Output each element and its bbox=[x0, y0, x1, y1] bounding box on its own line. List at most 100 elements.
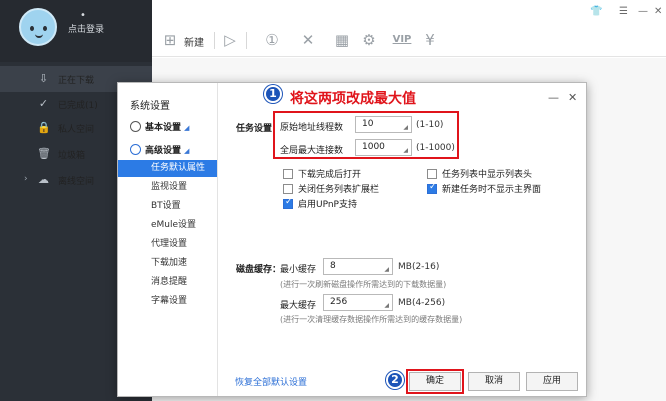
toolbar-divider bbox=[214, 32, 215, 49]
max-connections-field[interactable]: 1000 ◢ bbox=[355, 139, 412, 156]
gear-icon bbox=[130, 121, 141, 132]
max-cache-hint: (进行一次清理缓存数据操作所需达到的缓存数据量) bbox=[280, 315, 463, 324]
checkbox-label: 下载完成后打开 bbox=[298, 170, 362, 180]
close-icon[interactable]: ✕ bbox=[654, 6, 662, 17]
pause-icon[interactable]: ① bbox=[262, 30, 282, 50]
annotation-marker-2: 2 bbox=[386, 371, 404, 389]
subitem-task-defaults[interactable]: 任务默认属性 bbox=[118, 160, 217, 177]
lock-icon: 🔒 bbox=[37, 121, 51, 134]
user-panel: • 点击登录 bbox=[0, 0, 152, 62]
annotation-marker-1: 1 bbox=[264, 85, 282, 103]
subitem-monitor[interactable]: 监视设置 bbox=[118, 179, 217, 196]
max-cache-field[interactable]: 256 ◢ bbox=[323, 294, 393, 311]
expand-triangle-icon: ◢ bbox=[184, 147, 190, 155]
max-connections-range: (1-1000) bbox=[416, 143, 455, 153]
dialog-close-icon[interactable]: ✕ bbox=[568, 91, 577, 104]
download-arrow-icon: ⇩ bbox=[38, 72, 49, 85]
min-cache-value: 8 bbox=[330, 261, 336, 271]
checkbox-box[interactable] bbox=[427, 182, 437, 194]
checkbox-label: 关闭任务列表扩展栏 bbox=[298, 185, 380, 195]
max-connections-label: 全局最大连接数 bbox=[280, 146, 344, 156]
cloud-icon: ☁ bbox=[38, 173, 49, 186]
checkbox-box[interactable] bbox=[283, 197, 293, 209]
play-icon[interactable]: ▷ bbox=[220, 30, 240, 50]
subitem-notifications[interactable]: 消息提醒 bbox=[118, 274, 217, 291]
max-cache-value: 256 bbox=[330, 297, 348, 307]
subitem-bt[interactable]: BT设置 bbox=[118, 198, 217, 215]
trash-icon: 🗑 bbox=[37, 147, 51, 160]
annotation-text: 将这两项改成最大值 bbox=[290, 91, 416, 107]
ok-button[interactable]: 确定 bbox=[409, 372, 461, 391]
category-basic[interactable]: 基本设置 ◢ bbox=[130, 120, 189, 133]
dropdown-arrow-icon[interactable]: ◢ bbox=[384, 262, 389, 277]
checkbox-open-after-download[interactable]: 下载完成后打开 bbox=[283, 167, 361, 180]
dialog-title: 系统设置 bbox=[130, 101, 170, 112]
subitem-proxy[interactable]: 代理设置 bbox=[118, 236, 217, 253]
avatar[interactable] bbox=[19, 8, 57, 46]
sidebar-item-label: 正在下载 bbox=[58, 76, 95, 86]
origin-threads-value: 10 bbox=[362, 119, 374, 129]
settings-dialog: 系统设置 基本设置 ◢ 高级设置 ◢ 任务默认属性 监视设置 BT设置 eMule设… bbox=[117, 82, 587, 397]
dropdown-arrow-icon[interactable]: ◢ bbox=[403, 143, 408, 158]
restore-defaults-link[interactable]: 恢复全部默认设置 bbox=[235, 375, 307, 388]
sidebar-item-label: 离线空间 bbox=[58, 177, 95, 187]
gear-icon[interactable]: ⚙ bbox=[359, 30, 379, 50]
origin-threads-field[interactable]: 10 ◢ bbox=[355, 116, 412, 133]
new-task-button[interactable]: 新建 bbox=[184, 34, 204, 49]
apply-button[interactable]: 应用 bbox=[526, 372, 578, 391]
origin-threads-label: 原始地址线程数 bbox=[280, 123, 344, 133]
toolbar-divider bbox=[246, 32, 247, 49]
checkbox-upnp[interactable]: 启用UPnP支持 bbox=[283, 197, 357, 210]
checkbox-box[interactable] bbox=[283, 168, 293, 179]
title-bar: 👕 ☰ — ✕ bbox=[152, 0, 666, 22]
delete-icon[interactable]: ✕ bbox=[298, 30, 318, 50]
minimize-icon[interactable]: — bbox=[638, 6, 648, 17]
origin-threads-range: (1-10) bbox=[416, 120, 444, 130]
min-cache-field[interactable]: 8 ◢ bbox=[323, 258, 393, 275]
dropdown-arrow-icon[interactable]: ◢ bbox=[384, 298, 389, 313]
sidebar-item-label: 垃圾箱 bbox=[58, 151, 86, 161]
sidebar-item-label: 已完成(1) bbox=[58, 101, 98, 111]
checkbox-box[interactable] bbox=[427, 168, 437, 179]
checkbox-show-list-header[interactable]: 任务列表中显示列表头 bbox=[427, 167, 532, 180]
max-cache-range: MB(4-256) bbox=[398, 298, 446, 308]
disk-cache-label: 磁盘缓存： bbox=[236, 265, 282, 275]
checkbox-label: 新建任务时不显示主界面 bbox=[442, 185, 542, 195]
yen-icon[interactable]: ¥ bbox=[420, 30, 440, 50]
info-icon bbox=[130, 144, 141, 155]
min-cache-range: MB(2-16) bbox=[398, 262, 440, 272]
max-cache-label: 最大缓存 bbox=[280, 301, 317, 311]
shirt-icon[interactable]: 👕 bbox=[590, 6, 602, 17]
checkbox-label: 启用UPnP支持 bbox=[298, 200, 357, 210]
checkbox-label: 任务列表中显示列表头 bbox=[442, 170, 533, 180]
subitem-subtitles[interactable]: 字幕设置 bbox=[118, 293, 217, 310]
min-cache-hint: (进行一次刷新磁盘操作所需达到的下载数据量) bbox=[280, 280, 447, 289]
task-settings-label: 任务设置 bbox=[236, 124, 273, 134]
check-circle-icon: ✓ bbox=[38, 97, 49, 110]
checkbox-hide-main-on-new[interactable]: 新建任务时不显示主界面 bbox=[427, 182, 541, 195]
category-advanced[interactable]: 高级设置 ◢ bbox=[130, 143, 189, 156]
vip-icon[interactable]: VIP bbox=[392, 30, 412, 50]
subitem-acceleration[interactable]: 下载加速 bbox=[118, 255, 217, 272]
category-label: 高级设置 bbox=[145, 146, 182, 156]
cancel-button[interactable]: 取消 bbox=[468, 372, 520, 391]
min-cache-label: 最小缓存 bbox=[280, 265, 317, 275]
menu-icon[interactable]: ☰ bbox=[619, 6, 628, 17]
login-link[interactable]: 点击登录 bbox=[68, 22, 104, 35]
sidebar-item-label: 私人空间 bbox=[58, 125, 95, 135]
subitem-emule[interactable]: eMule设置 bbox=[118, 217, 217, 234]
dialog-minimize-icon[interactable]: — bbox=[548, 91, 559, 104]
expand-triangle-icon: ◢ bbox=[184, 124, 190, 132]
checkbox-box[interactable] bbox=[283, 183, 293, 194]
chevron-right-icon[interactable]: › bbox=[24, 174, 28, 184]
plus-icon[interactable]: ⊞ bbox=[160, 30, 180, 50]
checkbox-close-extension-bar[interactable]: 关闭任务列表扩展栏 bbox=[283, 182, 379, 195]
settings-nav: 系统设置 基本设置 ◢ 高级设置 ◢ 任务默认属性 监视设置 BT设置 eMule设… bbox=[118, 83, 218, 396]
max-connections-value: 1000 bbox=[362, 142, 385, 152]
category-label: 基本设置 bbox=[145, 123, 182, 133]
login-status-dot: • bbox=[80, 10, 86, 21]
toolbar: ⊞ 新建 ▷ ① ✕ ▦ ⚙ VIP ¥ bbox=[152, 25, 666, 57]
grid-icon[interactable]: ▦ bbox=[332, 30, 352, 50]
avatar-eye-right bbox=[43, 26, 47, 31]
dropdown-arrow-icon[interactable]: ◢ bbox=[403, 120, 408, 135]
